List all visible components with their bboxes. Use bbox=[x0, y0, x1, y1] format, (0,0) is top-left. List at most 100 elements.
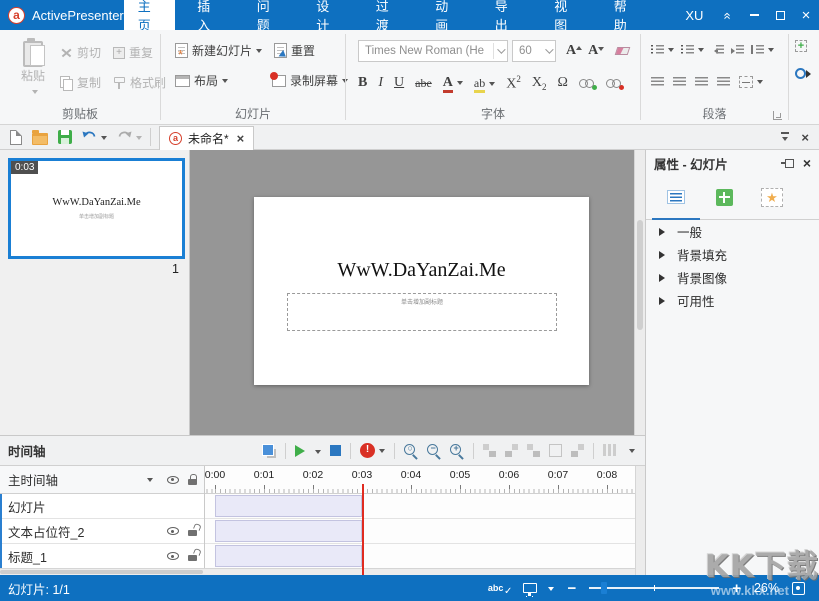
timebar-text-placeholder[interactable] bbox=[215, 520, 362, 542]
strikethrough-button[interactable]: abe bbox=[415, 76, 432, 91]
insert-time-all-button[interactable] bbox=[505, 444, 518, 457]
timeline-horizontal-scrollbar[interactable] bbox=[0, 568, 635, 575]
increase-indent-button[interactable] bbox=[731, 42, 744, 56]
close-tab-icon[interactable]: × bbox=[237, 131, 245, 146]
section-background-image[interactable]: 背景图像 bbox=[646, 266, 819, 289]
track-slide[interactable] bbox=[205, 494, 635, 519]
bold-button[interactable]: B bbox=[358, 75, 367, 91]
timeline-row-text-placeholder[interactable]: 文本占位符_2 bbox=[0, 519, 204, 544]
italic-button[interactable]: I bbox=[378, 75, 383, 91]
selection-icon[interactable]: + bbox=[795, 40, 807, 52]
paragraph-dialog-launcher[interactable] bbox=[773, 111, 782, 120]
timebar-slide[interactable] bbox=[215, 495, 362, 517]
align-right-button[interactable] bbox=[695, 76, 708, 87]
highlight-button[interactable]: ab bbox=[474, 76, 495, 91]
zoom-slider-thumb[interactable] bbox=[601, 582, 607, 594]
tab-overflow-button[interactable] bbox=[781, 132, 789, 142]
subscript-button[interactable]: X2 bbox=[532, 75, 547, 92]
font-color-button[interactable]: A bbox=[443, 75, 463, 91]
format-painter-button[interactable]: 格式刷 bbox=[113, 74, 166, 91]
minimize-button[interactable] bbox=[741, 0, 767, 30]
unlock-icon[interactable] bbox=[188, 525, 198, 537]
bullet-list-button[interactable] bbox=[651, 42, 674, 56]
unlock-icon[interactable] bbox=[188, 550, 198, 562]
account-menu[interactable]: XU bbox=[673, 0, 715, 30]
new-project-button[interactable] bbox=[10, 130, 22, 145]
font-family-combobox[interactable]: Times New Roman (He bbox=[358, 40, 508, 62]
cut-button[interactable]: 剪切 bbox=[60, 44, 101, 61]
track-title[interactable] bbox=[205, 544, 635, 569]
open-project-button[interactable] bbox=[32, 130, 48, 145]
align-left-button[interactable] bbox=[651, 76, 664, 87]
undo-button[interactable] bbox=[82, 129, 107, 145]
vertical-align-button[interactable] bbox=[739, 74, 763, 88]
insert-link-button[interactable] bbox=[579, 78, 595, 88]
eye-icon[interactable] bbox=[167, 476, 179, 484]
symbol-button[interactable]: Ω bbox=[558, 75, 568, 91]
tab-view[interactable]: 视图 bbox=[540, 0, 592, 30]
tab-interactivity[interactable]: ★ bbox=[748, 176, 796, 220]
copy-button[interactable]: 复制 bbox=[60, 74, 101, 91]
layout-button[interactable]: 布局 bbox=[175, 72, 228, 89]
timeline-row-title[interactable]: 标题_1 bbox=[0, 544, 204, 569]
zoom-in-button[interactable]: + bbox=[450, 444, 464, 458]
eye-icon[interactable] bbox=[167, 527, 179, 535]
tab-size-position[interactable] bbox=[700, 176, 748, 220]
zoom-in-button[interactable]: + bbox=[732, 580, 741, 597]
paste-button[interactable]: 粘贴 bbox=[10, 38, 56, 112]
timeline-ruler[interactable]: 0:00 0:01 0:02 0:03 0:04 0:05 0:06 0:07 … bbox=[205, 466, 635, 494]
font-size-combobox[interactable]: 60 bbox=[512, 40, 556, 62]
slide-canvas[interactable]: WwW.DaYanZai.Me 单击增加副标题 bbox=[254, 197, 589, 385]
canvas-vertical-scrollbar[interactable] bbox=[634, 150, 645, 435]
duplicate-button[interactable]: +重复 bbox=[113, 44, 153, 61]
timeline-select-dropdown[interactable] bbox=[147, 478, 153, 485]
fit-to-window-button[interactable] bbox=[792, 582, 805, 595]
underline-button[interactable]: U bbox=[394, 75, 404, 91]
align-center-button[interactable] bbox=[673, 76, 686, 87]
remove-link-button[interactable] bbox=[606, 78, 622, 88]
tab-properties-list[interactable] bbox=[652, 176, 700, 220]
split-button[interactable] bbox=[571, 444, 584, 457]
shrink-font-button[interactable]: A bbox=[588, 43, 598, 59]
record-narration-button[interactable]: ! bbox=[360, 443, 385, 458]
tab-design[interactable]: 设计 bbox=[302, 0, 354, 30]
close-panel-icon[interactable]: × bbox=[803, 155, 811, 171]
redo-button[interactable] bbox=[117, 129, 142, 145]
timeline-more-button[interactable] bbox=[629, 449, 635, 456]
subtitle-placeholder-box[interactable]: 单击增加副标题 bbox=[287, 293, 557, 331]
section-general[interactable]: 一般 bbox=[646, 220, 819, 243]
decrease-indent-button[interactable] bbox=[711, 42, 724, 56]
play-button[interactable] bbox=[295, 444, 321, 458]
tab-animations[interactable]: 动画 bbox=[421, 0, 473, 30]
document-tab-untitled[interactable]: a 未命名* × bbox=[159, 126, 254, 150]
shape-icon[interactable] bbox=[795, 68, 806, 79]
collapse-ribbon-button[interactable]: « bbox=[715, 0, 741, 30]
tab-home[interactable]: 主页 bbox=[124, 0, 176, 30]
section-background-fill[interactable]: 背景填充 bbox=[646, 243, 819, 266]
zoom-fit-button[interactable]: ○ bbox=[404, 444, 418, 458]
maximize-button[interactable] bbox=[767, 0, 793, 30]
pin-icon[interactable] bbox=[781, 159, 793, 167]
delete-time-button[interactable] bbox=[527, 444, 540, 457]
record-screen-button[interactable]: 录制屏幕 bbox=[272, 72, 348, 89]
insert-time-button[interactable] bbox=[483, 444, 496, 457]
clear-formatting-button[interactable] bbox=[616, 47, 629, 55]
numbered-list-button[interactable] bbox=[681, 42, 704, 56]
spell-check-button[interactable]: abc bbox=[488, 583, 511, 593]
eye-icon[interactable] bbox=[167, 552, 179, 560]
close-button[interactable]: × bbox=[793, 0, 819, 30]
tab-help[interactable]: 帮助 bbox=[600, 0, 652, 30]
tab-export[interactable]: 导出 bbox=[481, 0, 533, 30]
section-accessibility[interactable]: 可用性 bbox=[646, 289, 819, 312]
lock-icon[interactable] bbox=[188, 474, 198, 486]
new-slide-button[interactable]: *新建幻灯片 bbox=[175, 42, 262, 59]
zoom-out-button[interactable]: − bbox=[427, 444, 441, 458]
slide-thumbnail-1[interactable]: 0:03 WwW.DaYanZai.Me 单击增加副标题 bbox=[8, 158, 185, 259]
timeline-row-slide[interactable]: 幻灯片 bbox=[0, 494, 204, 519]
reset-button[interactable]: 重置 bbox=[274, 42, 315, 59]
tab-transitions[interactable]: 过渡 bbox=[362, 0, 414, 30]
grow-font-button[interactable]: A bbox=[566, 43, 576, 59]
stop-button[interactable] bbox=[330, 445, 341, 456]
canvas[interactable]: WwW.DaYanZai.Me 单击增加副标题 bbox=[190, 150, 645, 435]
preview-button[interactable] bbox=[523, 583, 554, 593]
